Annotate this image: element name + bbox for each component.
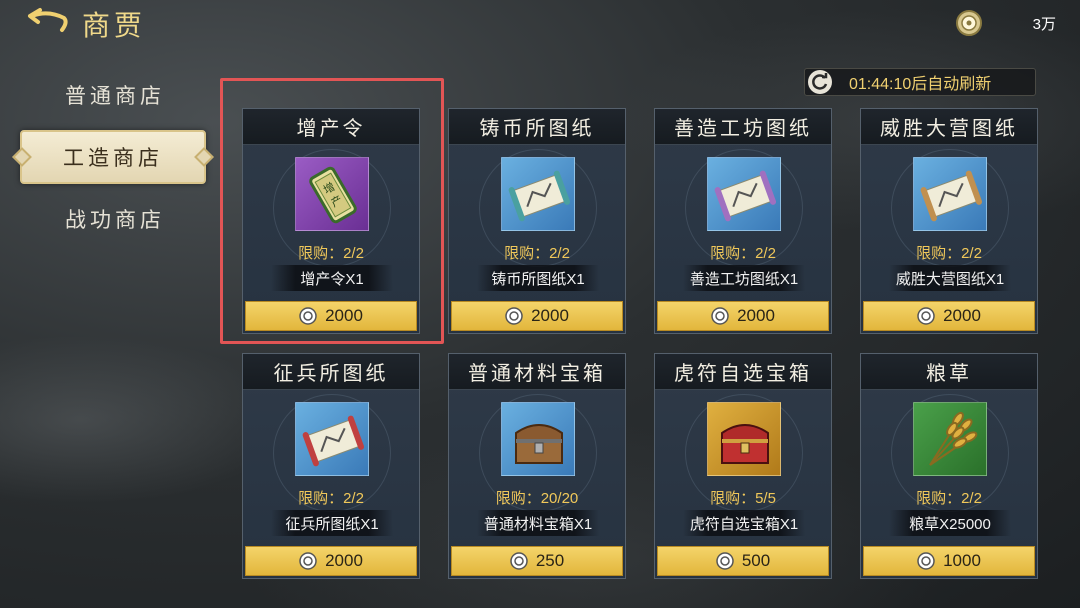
buy-button[interactable]: 2000: [451, 301, 623, 331]
wheat-icon: [913, 402, 987, 476]
purchase-limit: 限购：2/2: [298, 490, 364, 507]
sidebar-item-label: 工造商店: [63, 146, 163, 170]
price-value: 1000: [943, 551, 981, 570]
item-name: 粮草X25000: [889, 510, 1011, 536]
buy-button[interactable]: 1000: [863, 546, 1035, 576]
buy-button[interactable]: 2000: [245, 546, 417, 576]
item-title: 增产令: [243, 109, 419, 145]
purchase-limit: 限购：5/5: [710, 490, 776, 507]
coin-icon: [299, 307, 317, 325]
shop-item-card[interactable]: 增产令 增 产 限购：2/2 增产令X1 2000: [242, 108, 420, 334]
coin-icon: [917, 307, 935, 325]
buy-button[interactable]: 500: [657, 546, 829, 576]
purchase-limit: 限购：2/2: [298, 245, 364, 262]
purchase-limit: 限购：2/2: [916, 245, 982, 262]
item-title: 虎符自选宝箱: [655, 354, 831, 390]
price-value: 2000: [531, 306, 569, 325]
coin-icon: [505, 307, 523, 325]
purchase-limit: 限购：2/2: [710, 245, 776, 262]
sidebar: 普通商店 工造商店 战功商店: [20, 68, 210, 254]
purchase-limit: 限购：20/20: [495, 490, 579, 507]
price-value: 2000: [943, 306, 981, 325]
price-value: 250: [535, 551, 565, 570]
item-name: 铸币所图纸X1: [477, 265, 599, 291]
item-title: 善造工坊图纸: [655, 109, 831, 145]
coin-icon: [299, 552, 317, 570]
red-chest-icon: [707, 402, 781, 476]
back-button[interactable]: [26, 6, 72, 40]
item-name: 普通材料宝箱X1: [477, 510, 599, 536]
shop-item-card[interactable]: 善造工坊图纸 限购：2/2 善造工坊图纸X1 2000: [654, 108, 832, 334]
purchase-limit: 限购：2/2: [916, 490, 982, 507]
shop-item-card[interactable]: 普通材料宝箱 限购：20/20 普通材料宝箱X1 250: [448, 353, 626, 579]
coin-icon: [917, 552, 935, 570]
sidebar-item-label: 普通商店: [65, 84, 165, 108]
currency-display: 3万: [955, 8, 1056, 38]
item-name: 善造工坊图纸X1: [683, 265, 805, 291]
back-arrow-icon: [28, 8, 68, 32]
shop-item-card[interactable]: 虎符自选宝箱 限购：5/5 虎符自选宝箱X1 500: [654, 353, 832, 579]
shop-item-card[interactable]: 威胜大营图纸 限购：2/2 威胜大营图纸X1 2000: [860, 108, 1038, 334]
item-title: 铸币所图纸: [449, 109, 625, 145]
shop-item-card[interactable]: 征兵所图纸 限购：2/2 征兵所图纸X1 2000: [242, 353, 420, 579]
blueprint-scroll-icon: [501, 157, 575, 231]
blueprint-scroll-icon: [295, 402, 369, 476]
item-name: 征兵所图纸X1: [271, 510, 393, 536]
buy-button[interactable]: 2000: [863, 301, 1035, 331]
refresh-icon[interactable]: [807, 69, 833, 95]
blueprint-scroll-icon: [913, 157, 987, 231]
sidebar-item-normal-shop[interactable]: 普通商店: [20, 68, 210, 122]
price-value: 2000: [737, 306, 775, 325]
buy-button[interactable]: 250: [451, 546, 623, 576]
purchase-limit: 限购：2/2: [504, 245, 570, 262]
coin-icon: [510, 552, 528, 570]
sidebar-item-merit-shop[interactable]: 战功商店: [20, 192, 210, 246]
sidebar-item-label: 战功商店: [65, 208, 165, 232]
buy-button[interactable]: 2000: [245, 301, 417, 331]
price-value: 2000: [325, 306, 363, 325]
wooden-chest-icon: [501, 402, 575, 476]
currency-value: 3万: [1032, 15, 1056, 33]
item-name: 威胜大营图纸X1: [889, 265, 1011, 291]
item-title: 征兵所图纸: [243, 354, 419, 390]
price-value: 2000: [325, 551, 363, 570]
price-value: 500: [741, 551, 771, 570]
item-title: 粮草: [861, 354, 1037, 390]
blueprint-scroll-icon: [707, 157, 781, 231]
item-name: 虎符自选宝箱X1: [683, 510, 805, 536]
item-title: 威胜大营图纸: [861, 109, 1037, 145]
item-name: 增产令X1: [271, 265, 393, 291]
sidebar-item-craft-shop[interactable]: 工造商店: [20, 130, 206, 184]
shop-item-card[interactable]: 铸币所图纸 限购：2/2 铸币所图纸X1 2000: [448, 108, 626, 334]
buy-button[interactable]: 2000: [657, 301, 829, 331]
page-title: 商贾: [82, 9, 147, 42]
item-title: 普通材料宝箱: [449, 354, 625, 390]
shop-item-card[interactable]: 粮草 限购：2/2 粮草X25000 1000: [860, 353, 1038, 579]
token-icon: 增 产: [295, 157, 369, 231]
coin-icon: [716, 552, 734, 570]
coin-icon: [711, 307, 729, 325]
header: 商贾 3万: [0, 0, 1080, 48]
coin-icon: [955, 10, 982, 36]
refresh-timer: 01:44:10后自动刷新: [804, 68, 1036, 96]
refresh-text: 01:44:10后自动刷新: [849, 76, 992, 93]
